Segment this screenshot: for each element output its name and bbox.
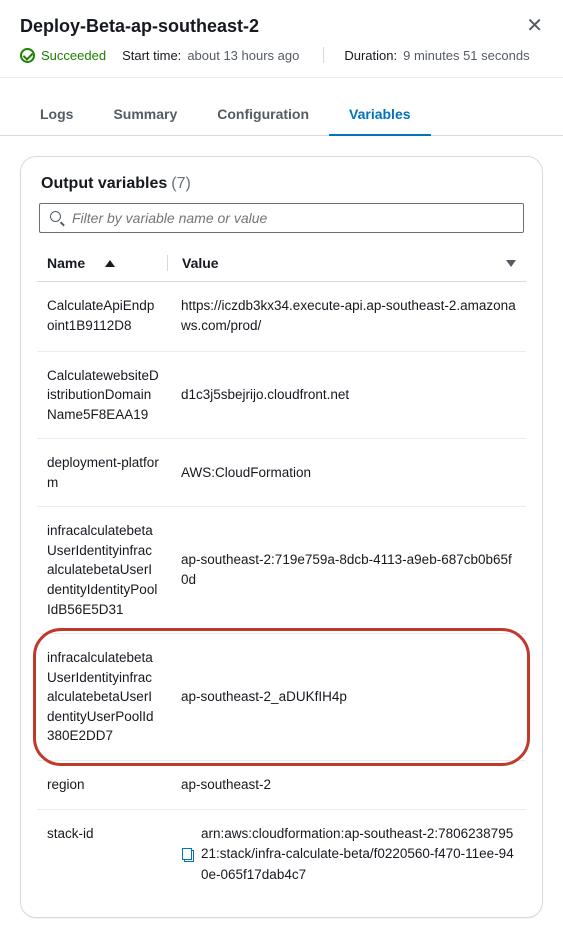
start-time-value: about 13 hours ago <box>187 48 299 63</box>
duration-value: 9 minutes 51 seconds <box>403 48 529 63</box>
variable-name: deployment-platform <box>37 453 167 492</box>
tab-variables[interactable]: Variables <box>329 96 431 136</box>
table-row: CalculateApiEndpoint1B9112D8 https://iczd… <box>37 282 526 352</box>
tab-bar: LogsSummaryConfigurationVariables <box>0 96 563 136</box>
page-title: Deploy-Beta-ap-southeast-2 <box>20 16 259 37</box>
variable-name: infracalculatebetaUserIdentityinfracalcu… <box>37 648 167 746</box>
status-badge: Succeeded <box>41 48 106 63</box>
variable-value: ap-southeast-2_aDUKfIH4p <box>167 648 526 746</box>
close-icon: ✕ <box>526 15 543 37</box>
variable-value: ap-southeast-2 <box>167 775 526 795</box>
tab-configuration[interactable]: Configuration <box>197 96 329 136</box>
variable-value-text: ap-southeast-2 <box>181 775 271 795</box>
divider <box>0 77 563 78</box>
table-row: infracalculatebetaUserIdentityinfracalcu… <box>37 634 526 761</box>
variable-value-text: ap-southeast-2_aDUKfIH4p <box>181 687 347 707</box>
column-header-value[interactable]: Value <box>168 255 526 271</box>
variable-name: region <box>37 775 167 795</box>
variable-name: infracalculatebetaUserIdentityinfracalcu… <box>37 521 167 619</box>
start-time-label: Start time: <box>122 48 181 63</box>
variable-value-text: arn:aws:cloudformation:ap-southeast-2:78… <box>201 824 516 885</box>
variable-name: stack-id <box>37 824 167 885</box>
variables-table: Name Value CalculateApiEndpoint1B9112D8 h… <box>37 245 526 899</box>
variable-name: CalculateApiEndpoint1B9112D8 <box>37 296 167 337</box>
settings-dropdown-icon[interactable] <box>506 260 516 267</box>
variable-value: https://iczdb3kx34.execute-api.ap-southe… <box>167 296 526 337</box>
output-variables-panel: Output variables (7) Name Value Calculat… <box>20 156 543 918</box>
panel-title: Output variables <box>41 175 167 193</box>
close-button[interactable]: ✕ <box>526 16 543 36</box>
variable-value-text: d1c3j5sbejrijo.cloudfront.net <box>181 385 349 405</box>
search-icon <box>50 211 64 225</box>
variable-name: CalculatewebsiteDistributionDomainName5F… <box>37 366 167 425</box>
tab-summary[interactable]: Summary <box>93 96 197 136</box>
table-row: region ap-southeast-2 <box>37 761 526 810</box>
column-header-name[interactable]: Name <box>37 255 167 271</box>
table-row: infracalculatebetaUserIdentityinfracalcu… <box>37 507 526 634</box>
copy-icon[interactable] <box>181 848 195 862</box>
variable-value: d1c3j5sbejrijo.cloudfront.net <box>167 366 526 425</box>
variable-value: ap-southeast-2:719e759a-8dcb-4113-a9eb-6… <box>167 521 526 619</box>
column-header-name-label: Name <box>47 255 85 271</box>
table-row: deployment-platform AWS:CloudFormation <box>37 439 526 507</box>
variable-value: arn:aws:cloudformation:ap-southeast-2:78… <box>167 824 526 885</box>
panel-count: (7) <box>171 175 191 193</box>
tab-logs[interactable]: Logs <box>20 96 93 136</box>
filter-input-wrapper[interactable] <box>39 203 524 233</box>
divider <box>323 47 324 63</box>
table-row: stack-id arn:aws:cloudformation:ap-southe… <box>37 810 526 899</box>
variable-value-text: ap-southeast-2:719e759a-8dcb-4113-a9eb-6… <box>181 550 516 591</box>
table-row: CalculatewebsiteDistributionDomainName5F… <box>37 352 526 440</box>
variable-value: AWS:CloudFormation <box>167 453 526 492</box>
filter-input[interactable] <box>72 210 513 226</box>
variable-value-text: AWS:CloudFormation <box>181 463 311 483</box>
sort-asc-icon <box>105 260 115 267</box>
table-header: Name Value <box>37 245 526 282</box>
variable-value-text: https://iczdb3kx34.execute-api.ap-southe… <box>181 296 516 337</box>
duration-label: Duration: <box>344 48 397 63</box>
success-check-icon <box>20 48 35 63</box>
column-header-value-label: Value <box>182 255 219 271</box>
